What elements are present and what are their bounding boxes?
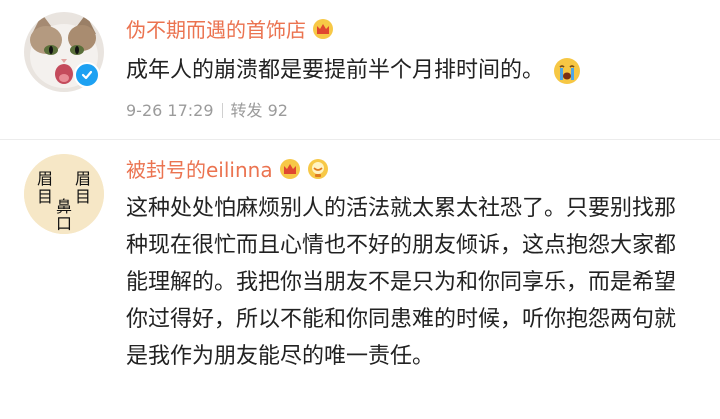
post-text: 这种处处怕麻烦别人的活法就太累太社恐了。只要别找那种现在很忙而且心情也不好的朋友… <box>126 196 677 369</box>
weibo-post: 伪不期而遇的首饰店 成年人的崩溃都是要提前半个月排时间的。 9-26 17:29… <box>0 0 720 140</box>
post-meta: 9-26 17:29 转发 92 <box>126 97 288 121</box>
post-content: 这种处处怕麻烦别人的活法就太累太社恐了。只要别找那种现在很忙而且心情也不好的朋友… <box>126 190 696 375</box>
post-username[interactable]: 被封号的eilinna <box>126 154 329 183</box>
username-text[interactable]: 被封号的eilinna <box>126 154 273 183</box>
repost-count: 92 <box>267 101 288 120</box>
avatar[interactable]: 眉 眉 目 目 鼻 口 <box>24 154 104 234</box>
post-time: 9-26 17:29 <box>126 101 214 120</box>
svg-text:眉: 眉 <box>37 169 53 188</box>
post-content: 成年人的崩溃都是要提前半个月排时间的。 <box>126 52 696 89</box>
fan-badge-icon <box>307 158 328 179</box>
repost-label[interactable]: 转发 <box>231 101 263 120</box>
crown-badge-icon <box>279 158 300 179</box>
svg-text:目: 目 <box>75 187 91 206</box>
face-character-avatar-image: 眉 眉 目 目 鼻 口 <box>24 154 104 234</box>
svg-text:眉: 眉 <box>75 169 91 188</box>
crown-badge-icon <box>313 18 333 39</box>
post-text: 成年人的崩溃都是要提前半个月排时间的。 <box>126 58 545 83</box>
username-text[interactable]: 伪不期而遇的首饰店 <box>126 14 306 43</box>
verified-check-icon <box>74 62 100 88</box>
svg-text:目: 目 <box>37 187 53 206</box>
post-username[interactable]: 伪不期而遇的首饰店 <box>126 14 334 43</box>
weibo-post: 眉 眉 目 目 鼻 口 被封号的eilinna 这种处处怕麻烦别人的活法就太累太… <box>0 140 720 419</box>
svg-text:口: 口 <box>56 214 72 233</box>
meta-divider <box>221 103 223 118</box>
crying-face-icon <box>554 57 581 84</box>
